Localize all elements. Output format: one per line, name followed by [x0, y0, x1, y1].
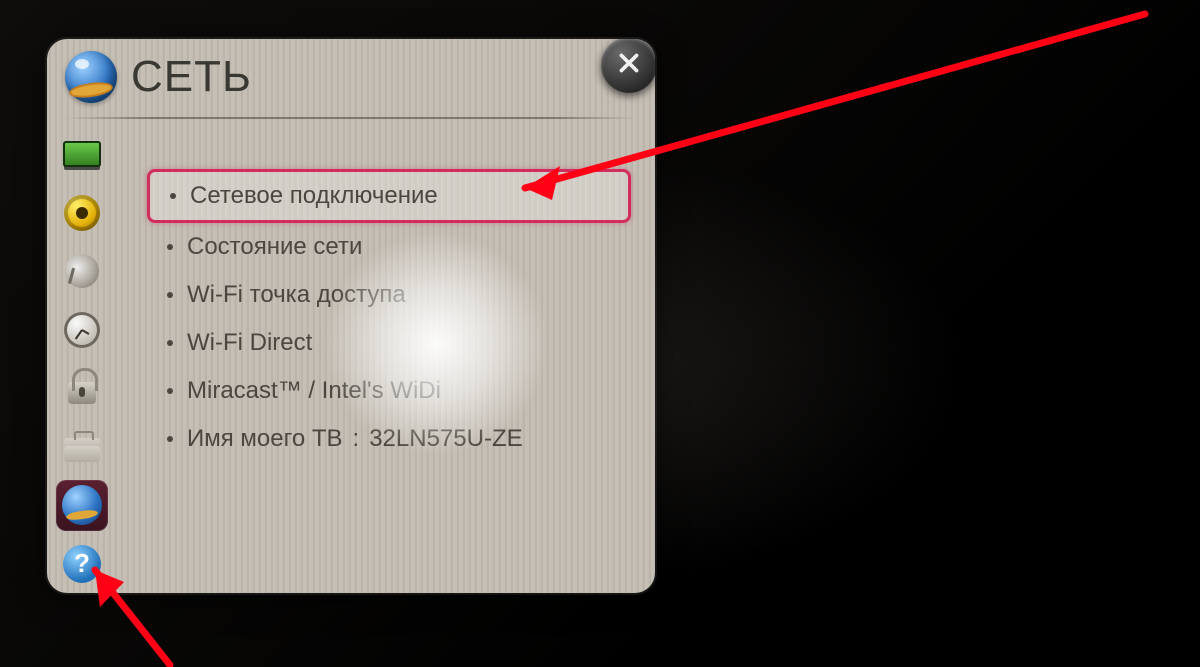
menu-item-tv-name[interactable]: Имя моего ТВ : 32LN575U-ZE	[147, 415, 631, 463]
menu-item-wifi-direct[interactable]: Wi-Fi Direct	[147, 319, 631, 367]
menu-item-label: Wi-Fi точка доступа	[187, 281, 406, 309]
settings-sidebar: ?	[47, 125, 117, 593]
title-bar: СЕТЬ	[47, 39, 655, 115]
sidebar-item-channel[interactable]	[56, 246, 108, 297]
bullet-icon	[167, 388, 173, 394]
menu-item-label: Состояние сети	[187, 233, 362, 261]
menu-item-network-connection[interactable]: Сетевое подключение	[147, 169, 631, 223]
menu-item-network-status[interactable]: Состояние сети	[147, 223, 631, 271]
bullet-icon	[170, 193, 176, 199]
menu-item-miracast[interactable]: Miracast™ / Intel's WiDi	[147, 367, 631, 415]
bullet-icon	[167, 340, 173, 346]
bullet-icon	[167, 244, 173, 250]
menu-item-label: Miracast™ / Intel's WiDi	[187, 377, 441, 405]
clock-icon	[64, 312, 100, 348]
network-icon	[65, 51, 117, 103]
sidebar-item-network[interactable]	[56, 480, 108, 531]
window-title: СЕТЬ	[131, 52, 252, 102]
help-icon: ?	[63, 545, 101, 583]
sidebar-item-lock[interactable]	[56, 363, 108, 414]
menu-item-value: 32LN575U-ZE	[369, 425, 522, 453]
tv-icon	[63, 141, 101, 167]
menu-list: Сетевое подключение Состояние сети Wi-Fi…	[147, 169, 631, 463]
satellite-dish-icon	[60, 249, 104, 293]
menu-item-label: Wi-Fi Direct	[187, 329, 312, 357]
sidebar-item-sound[interactable]	[56, 188, 108, 239]
sidebar-item-picture[interactable]	[56, 129, 108, 180]
globe-icon	[62, 485, 102, 525]
speaker-icon	[64, 195, 100, 231]
title-separator	[65, 117, 637, 119]
sidebar-item-time[interactable]	[56, 305, 108, 356]
sidebar-item-option[interactable]	[56, 422, 108, 473]
network-settings-window: СЕТЬ ? Сетевое подключение Состояние сет…	[47, 39, 655, 593]
lock-icon	[68, 382, 96, 404]
sidebar-item-support[interactable]: ?	[56, 539, 108, 590]
bullet-icon	[167, 436, 173, 442]
menu-item-wifi-hotspot[interactable]: Wi-Fi точка доступа	[147, 271, 631, 319]
briefcase-icon	[64, 438, 100, 462]
kv-separator: :	[353, 425, 360, 453]
close-icon	[616, 50, 642, 81]
menu-item-label: Сетевое подключение	[190, 182, 438, 210]
close-button[interactable]	[601, 39, 655, 93]
bullet-icon	[167, 292, 173, 298]
menu-item-label: Имя моего ТВ	[187, 425, 343, 453]
